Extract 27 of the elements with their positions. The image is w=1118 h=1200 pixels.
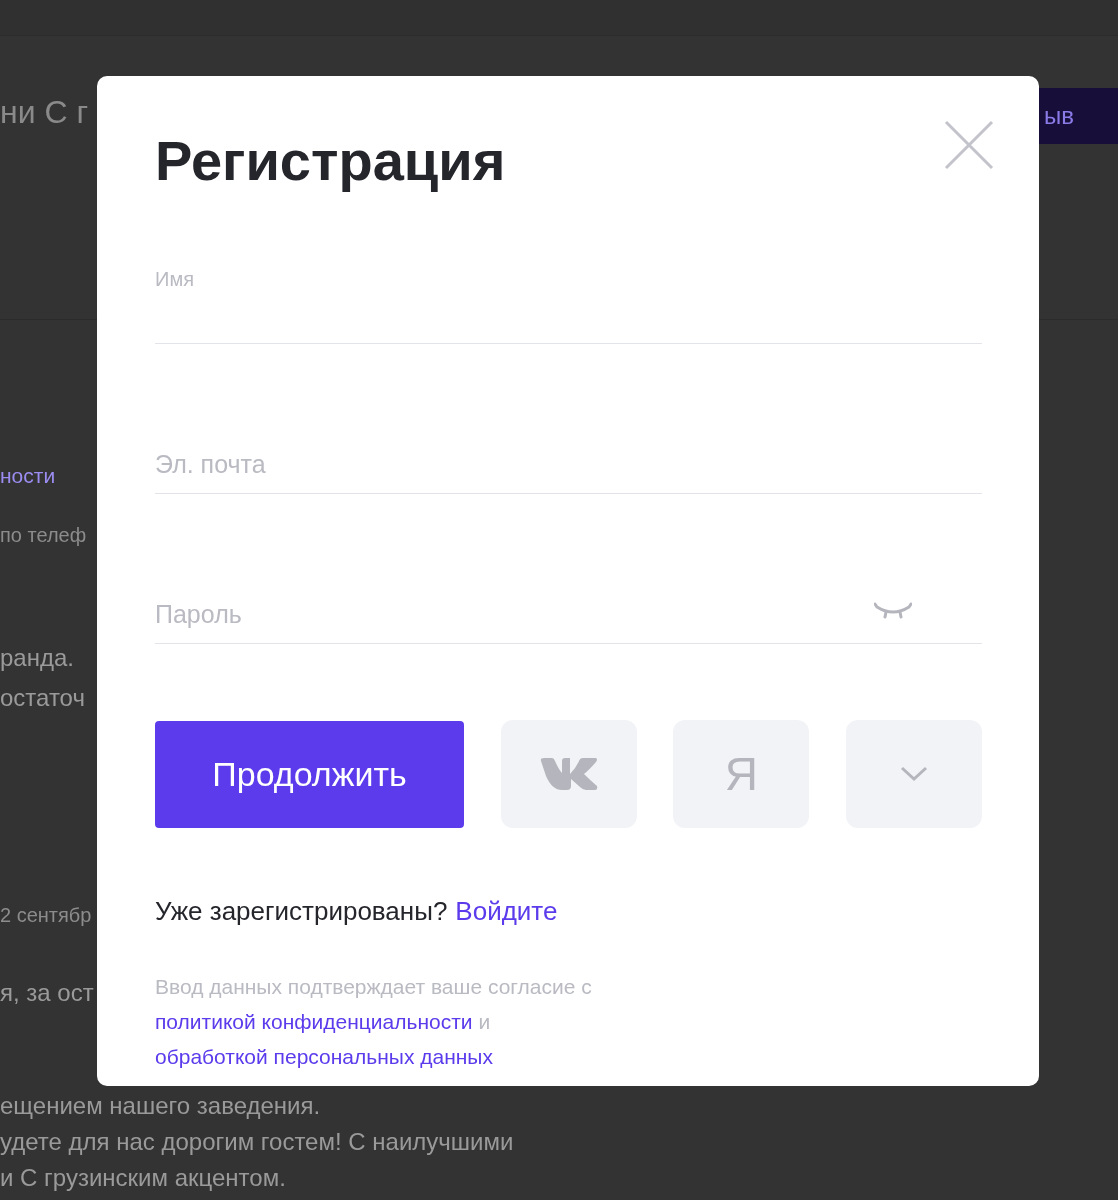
personal-data-link[interactable]: обработкой персональных данных [155, 1045, 493, 1068]
login-link[interactable]: Войдите [455, 892, 558, 931]
page-link[interactable]: ности [0, 460, 56, 492]
more-options-button[interactable] [845, 720, 982, 828]
field-label: Имя [155, 267, 194, 292]
page-text: удете для нас дорогим гостем! С наилучшими [0, 1127, 514, 1157]
dialog-title: Регистрация [155, 128, 506, 194]
consent-text: Ввод данных подтверждает ваше согласие с политикой конфиденциальности и обработкой персональных данных [155, 974, 593, 1070]
close-button[interactable] [944, 120, 994, 170]
privacy-policy-link[interactable]: политикой конфиденциальности [155, 1010, 473, 1033]
page-text: и С грузинским акцентом. [0, 1163, 286, 1193]
field-placeholder: Эл. почта [155, 448, 266, 480]
page-text: остаточ [0, 683, 85, 713]
page-title: ни С г [0, 93, 89, 132]
page-text: я, за ост [0, 978, 94, 1008]
continue-button[interactable]: Продолжить [155, 720, 464, 828]
page-meta-text: 2 сентябр [0, 903, 92, 928]
vk-logo-icon [539, 757, 598, 791]
login-prompt: Уже зарегистрированы? [155, 895, 448, 928]
page-meta-text: по телеф [0, 523, 87, 548]
social-login-button[interactable] [500, 720, 637, 828]
closed-eye-icon[interactable] [874, 601, 912, 621]
chevron-down-icon [899, 766, 928, 782]
header-button[interactable]: ыв [1038, 88, 1118, 144]
page-text: ранда. [0, 643, 74, 673]
page-text: ещением нашего заведения. [0, 1091, 321, 1121]
field-placeholder: Пароль [155, 598, 242, 630]
